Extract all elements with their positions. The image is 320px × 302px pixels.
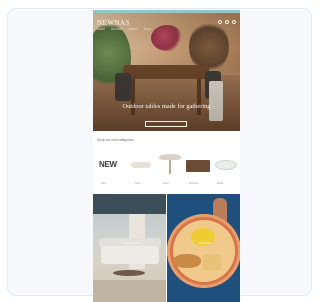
top-nav: SHOP ROOMS ABOUT SALE: [97, 28, 151, 31]
sofa-category-image[interactable]: [131, 162, 151, 168]
bowl-category-image[interactable]: [215, 160, 237, 170]
hero-headline: Outdoor tables made for gathering: [122, 103, 211, 110]
brand-logo[interactable]: NEWNAS: [97, 19, 130, 27]
nav-item[interactable]: ABOUT: [128, 28, 138, 31]
cart-icon[interactable]: [232, 20, 236, 24]
category-strip: NEW: [93, 148, 240, 176]
new-category-label[interactable]: NEW: [99, 160, 117, 169]
coffee-table-image: [113, 270, 145, 276]
tableware-tile[interactable]: Tableware: [167, 194, 240, 302]
category-label[interactable]: Benches: [189, 182, 198, 185]
tile-caption: Living room: [123, 241, 140, 245]
category-labels: New Sofa Lamp Benches Bowls: [93, 182, 240, 186]
mug-image: [203, 254, 221, 270]
hero-banner[interactable]: NEWNAS SHOP ROOMS ABOUT SALE Outdoor tab…: [93, 13, 240, 131]
category-label[interactable]: Lamp: [163, 182, 169, 185]
hero-cta-button[interactable]: [145, 121, 187, 127]
nav-item[interactable]: SHOP: [97, 28, 105, 31]
sofa-image: [101, 246, 159, 264]
bench-category-image[interactable]: [186, 160, 210, 172]
croissant-image: [173, 254, 201, 268]
category-label[interactable]: Bowls: [217, 182, 223, 185]
nav-item[interactable]: ROOMS: [111, 28, 122, 31]
mobile-page-preview[interactable]: NEWNAS SHOP ROOMS ABOUT SALE Outdoor tab…: [93, 10, 240, 302]
categories-heading: Shop our new categories: [97, 138, 134, 142]
header-icons: [218, 20, 236, 24]
search-icon[interactable]: [218, 20, 222, 24]
category-label[interactable]: New: [101, 182, 106, 185]
nav-item[interactable]: SALE: [144, 28, 151, 31]
living-room-tile[interactable]: Living room: [93, 194, 166, 302]
tile-caption: Tableware: [198, 241, 212, 245]
category-label[interactable]: Sofa: [135, 182, 140, 185]
account-icon[interactable]: [225, 20, 229, 24]
